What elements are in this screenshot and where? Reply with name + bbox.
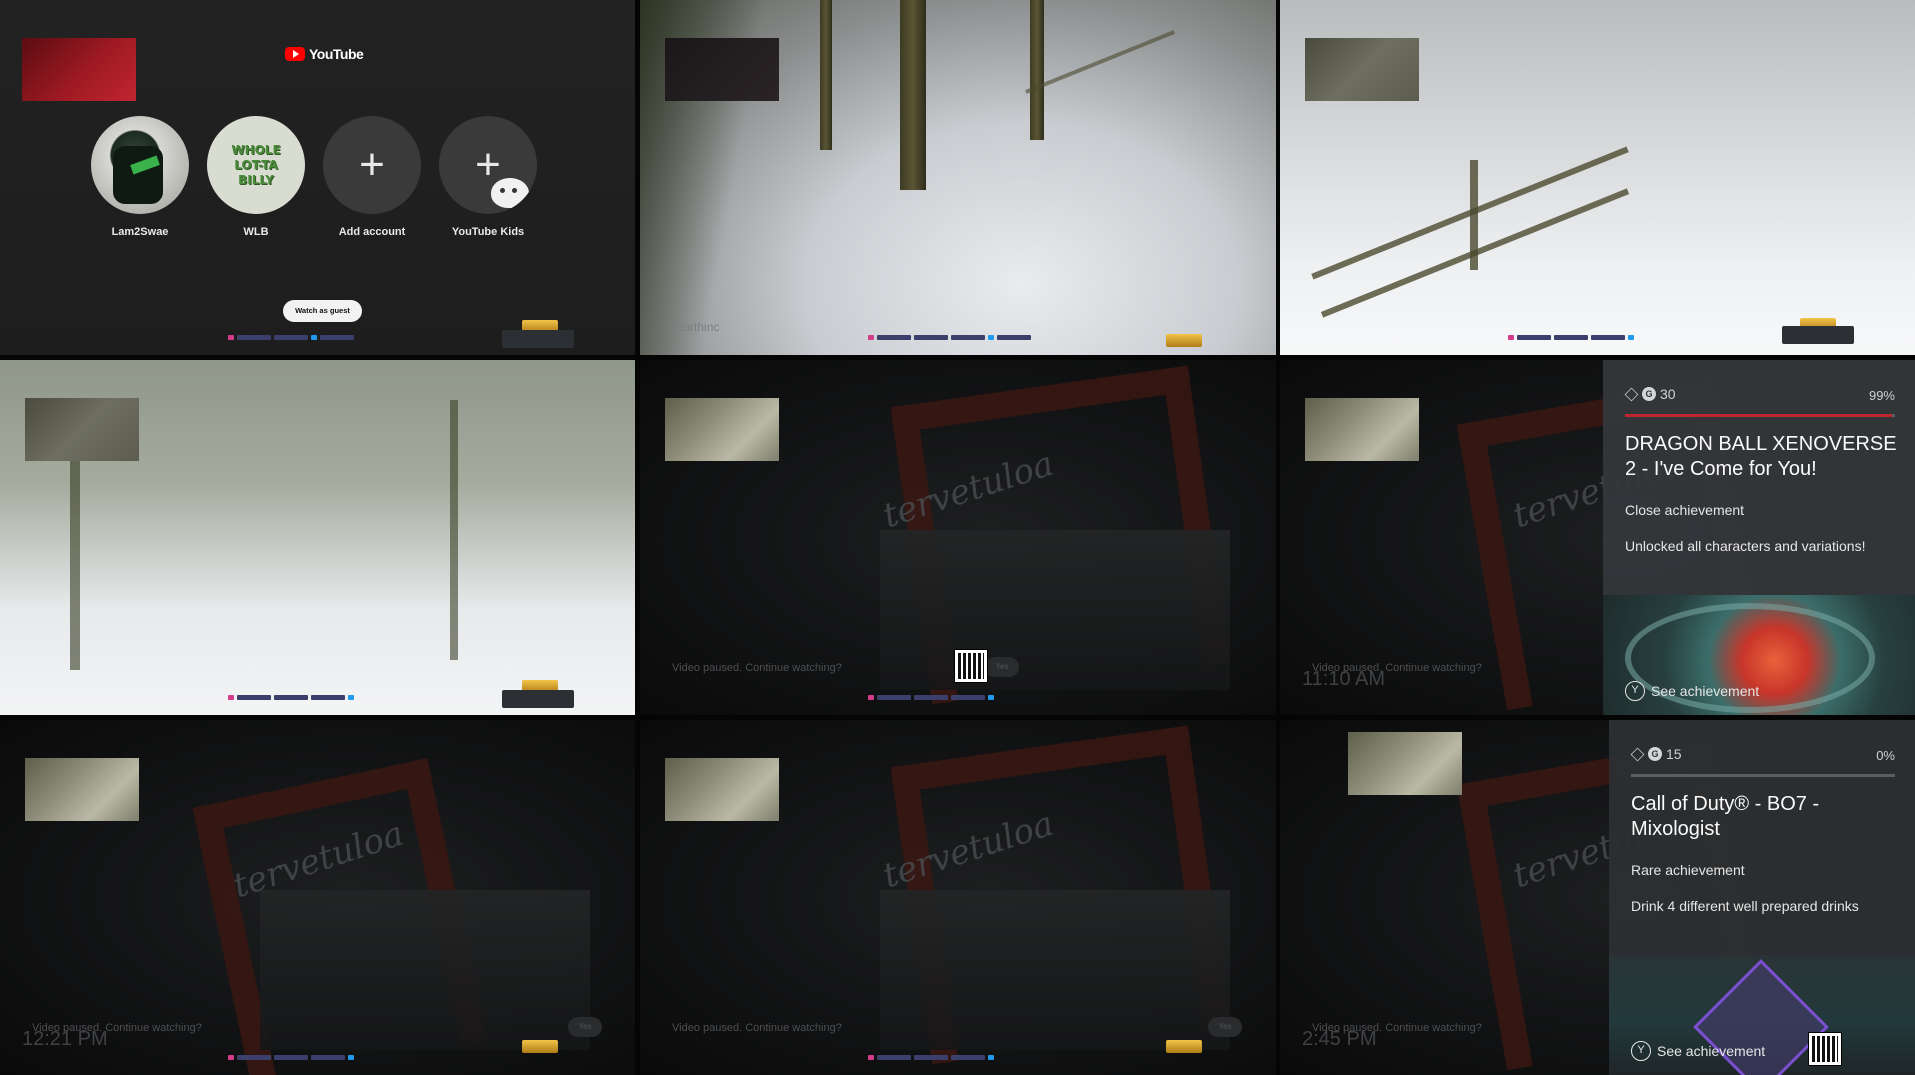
rarity-percent: 0% <box>1876 748 1895 763</box>
see-achievement-button[interactable]: Y See achievement <box>1631 1041 1765 1061</box>
kids-sticker-icon <box>491 178 529 208</box>
youtube-play-icon <box>285 47 305 61</box>
alert-badge-icon <box>1166 1040 1202 1053</box>
gamerscore: G 15 <box>1630 746 1682 762</box>
see-achievement-label: See achievement <box>1657 1043 1766 1059</box>
achievement-toast: G 30 99% DRAGON BALL XENOVERSE 2 - I've … <box>1603 360 1915 715</box>
webcam-overlay <box>1305 38 1419 101</box>
pause-prompt: Video paused. Continue watching? <box>672 1022 842 1034</box>
alert-mini-panel <box>502 330 574 348</box>
gamerscore-value: 30 <box>1660 386 1676 402</box>
gamerscore: G 30 <box>1624 386 1676 402</box>
yes-button[interactable]: Yes <box>1208 1017 1242 1037</box>
y-button-icon: Y <box>1625 681 1645 701</box>
social-bar <box>228 694 354 701</box>
diamond-icon <box>1630 747 1645 761</box>
diamond-icon <box>1624 387 1639 401</box>
clock: 2:45 PM <box>1302 1028 1377 1050</box>
wooden-rail <box>1025 30 1175 94</box>
achievement-kind: Rare achievement <box>1631 862 1745 878</box>
add-account-button[interactable]: + Add account <box>322 116 422 238</box>
building <box>260 890 590 1050</box>
stream-snow-trail <box>0 360 635 715</box>
profile-name: Lam2Swae <box>111 226 169 238</box>
webcam-overlay <box>25 758 139 821</box>
profile-name: Add account <box>338 226 406 238</box>
yes-button[interactable]: Yes <box>568 1017 602 1037</box>
social-bar <box>868 694 994 701</box>
social-bar <box>1508 334 1634 341</box>
building <box>880 530 1230 690</box>
avatar[interactable] <box>91 116 189 214</box>
alert-mini-panel <box>502 690 574 708</box>
alert-badge-icon <box>1166 334 1202 347</box>
building <box>880 890 1230 1050</box>
stream-snow-path <box>1280 0 1915 355</box>
achievement-kind: Close achievement <box>1625 502 1745 518</box>
rarity-percent: 99% <box>1868 388 1895 403</box>
achievement-description: Unlocked all characters and variations! <box>1625 538 1866 554</box>
stream-dark-game: tervetuloa Video paused. Continue watchi… <box>640 720 1276 1075</box>
stream-snow-slope: 2earthinc <box>640 0 1276 355</box>
webcam-overlay <box>665 758 779 821</box>
webcam-overlay <box>22 38 136 101</box>
tree-trunk <box>70 440 80 670</box>
profile-lam2swae[interactable]: Lam2Swae <box>90 116 190 238</box>
clock: 11:10 AM <box>1302 668 1386 690</box>
qr-code-icon <box>954 649 988 683</box>
avatar[interactable]: WHOLE LOT-TA BILLY <box>207 116 305 214</box>
pause-prompt: Video paused. Continue watching? <box>672 662 842 674</box>
webcam-overlay <box>1348 732 1462 795</box>
achievement-toast: G 15 0% Call of Duty® - BO7 - Mixologist… <box>1609 720 1915 1075</box>
gamerscore-icon: G <box>1648 747 1662 761</box>
webcam-overlay <box>665 398 779 461</box>
webcam-overlay <box>1305 398 1419 461</box>
social-bar <box>228 1054 354 1061</box>
gamerscore-value: 15 <box>1666 746 1682 762</box>
social-bar <box>868 1054 994 1061</box>
avatar-text: WHOLE LOT-TA BILLY <box>231 142 281 187</box>
qr-code-icon <box>1808 1032 1842 1066</box>
social-bar <box>228 334 354 341</box>
youtube-kids-button[interactable]: + YouTube Kids <box>438 116 538 238</box>
stream-dark-game: tervetuloa Video paused. Continue watchi… <box>640 360 1276 715</box>
profile-name: YouTube Kids <box>451 226 525 238</box>
plus-icon[interactable]: + <box>323 116 421 214</box>
social-bar <box>868 334 1031 341</box>
stream-dark-game: tervetuloa Video paused. Continue watchi… <box>0 720 635 1075</box>
y-button-icon: Y <box>1631 1041 1651 1061</box>
rarity-bar-fill <box>1625 414 1893 417</box>
watch-as-guest-button[interactable]: Watch as guest <box>283 300 362 322</box>
clock: 12:21 PM <box>22 1028 108 1050</box>
alert-badge-icon <box>522 1040 558 1053</box>
yes-button[interactable]: Yes <box>985 657 1019 677</box>
see-achievement-label: See achievement <box>1651 683 1760 699</box>
webcam-overlay <box>665 38 779 101</box>
rarity-bar <box>1625 414 1895 417</box>
see-achievement-button[interactable]: Y See achievement <box>1625 681 1759 701</box>
tree-trunk <box>900 0 926 190</box>
watermark-text: 2earthinc <box>670 320 720 334</box>
alert-mini-panel <box>1782 326 1854 344</box>
gamerscore-icon: G <box>1642 387 1656 401</box>
tree-trunk <box>1030 0 1044 140</box>
multiview-grid: YouTube Lam2Swae WHOLE LOT-TA BILLY WLB … <box>0 0 1915 1075</box>
youtube-logo: YouTube <box>285 46 364 62</box>
fence-post <box>1470 160 1478 270</box>
achievement-title: Call of Duty® - BO7 - Mixologist <box>1631 793 1820 840</box>
tree-trunk <box>820 0 832 150</box>
profile-name: WLB <box>243 226 269 238</box>
profile-wlb[interactable]: WHOLE LOT-TA BILLY WLB <box>206 116 306 238</box>
youtube-profile-screen: YouTube Lam2Swae WHOLE LOT-TA BILLY WLB … <box>0 0 635 355</box>
rarity-bar <box>1631 774 1895 777</box>
achievement-description: Drink 4 different well prepared drinks <box>1631 898 1859 914</box>
tree-trunk <box>450 400 458 660</box>
webcam-overlay <box>25 398 139 461</box>
achievement-title: DRAGON BALL XENOVERSE 2 - I've Come for … <box>1625 433 1897 480</box>
plus-icon[interactable]: + <box>439 116 537 214</box>
youtube-brand: YouTube <box>309 46 364 62</box>
